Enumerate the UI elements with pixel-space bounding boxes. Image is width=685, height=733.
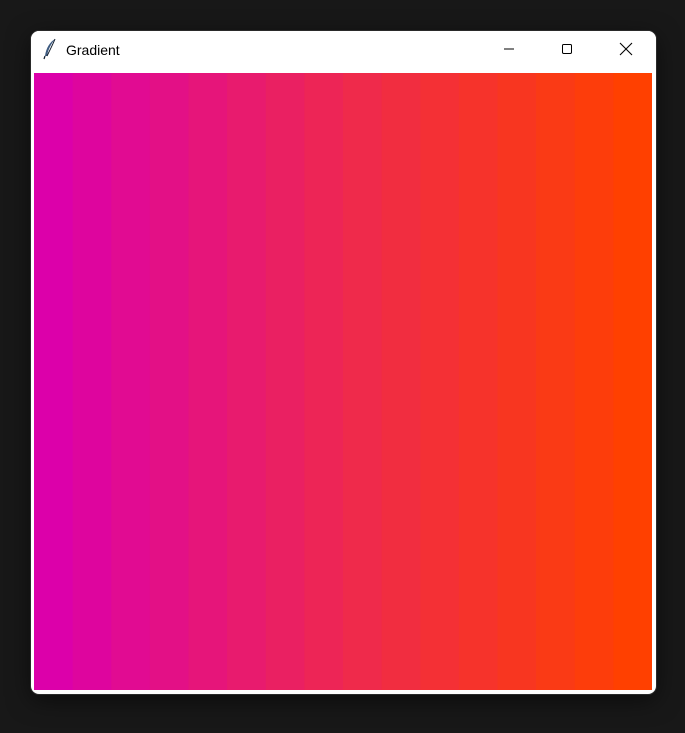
gradient-stripe — [304, 73, 344, 690]
maximize-icon — [561, 42, 573, 60]
gradient-stripe — [265, 73, 305, 690]
gradient-stripe — [420, 73, 460, 690]
minimize-button[interactable] — [480, 31, 538, 71]
close-icon — [619, 42, 633, 61]
close-button[interactable] — [597, 31, 655, 71]
gradient-stripe — [458, 73, 499, 690]
gradient-stripe — [613, 73, 652, 690]
gradient-stripe — [574, 73, 614, 690]
feather-icon — [42, 38, 58, 60]
gradient-canvas — [34, 73, 652, 690]
gradient-stripe — [188, 73, 228, 690]
maximize-button[interactable] — [538, 31, 596, 71]
gradient-stripe — [381, 73, 421, 690]
gradient-stripe — [497, 73, 537, 690]
gradient-stripe — [72, 73, 112, 690]
app-window: Gradient — [31, 31, 656, 694]
minimize-icon — [503, 42, 515, 60]
title-bar[interactable]: Gradient — [31, 31, 656, 71]
gradient-canvas-area — [34, 73, 652, 690]
window-title: Gradient — [66, 42, 120, 58]
gradient-stripe — [227, 73, 267, 690]
gradient-stripe — [343, 73, 383, 690]
gradient-stripe — [149, 73, 190, 690]
gradient-stripe — [34, 73, 74, 690]
gradient-stripe — [111, 73, 151, 690]
gradient-stripe — [536, 73, 576, 690]
